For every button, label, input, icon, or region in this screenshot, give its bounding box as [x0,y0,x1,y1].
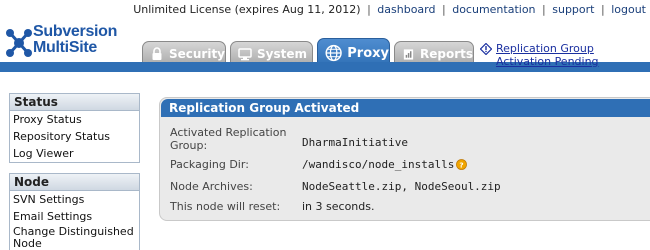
sidebar-item-change-distinguished-node[interactable]: Change Distinguished Node [10,225,139,250]
sidebar-item-log-viewer[interactable]: Log Viewer [10,145,139,162]
replication-group-value: DharmaInitiative [302,135,408,149]
field-label: Packaging Dir: [170,158,249,171]
activation-pending-link[interactable]: Replication Group Activation Pending [496,42,650,68]
molecule-logo-icon [6,29,32,57]
sidebar-item-proxy-status[interactable]: Proxy Status [10,111,139,128]
reset-countdown-value: in 3 seconds. [302,200,375,213]
lock-icon [152,47,162,60]
top-links-bar: Unlimited License (expires Aug 11, 2012)… [133,3,646,16]
support-link[interactable]: support [552,3,594,16]
detail-row: Packaging Dir: /wandisco/node_installs ? [170,158,468,171]
tab-label: Security [168,47,225,61]
subversion-multisite-logo[interactable]: Subversion MultiSite [5,22,140,67]
replication-group-panel: Replication Group Activated Activated Re… [159,97,650,221]
logo-line-1: Subversion [33,23,118,40]
packaging-dir-value: /wandisco/node_installs [302,158,455,171]
license-text: Unlimited License (expires Aug 11, 2012) [133,3,361,16]
dashboard-link[interactable]: dashboard [377,3,435,16]
link-separator: | [542,3,546,16]
node-archives-value: NodeSeattle.zip, NodeSeoul.zip [302,180,501,193]
sidebar-section-title: Node [10,174,139,191]
link-separator: | [367,3,371,16]
logo-text: Subversion MultiSite [33,24,117,56]
field-label: This node will reset: [170,200,281,213]
sidebar: Status Proxy Status Repository Status Lo… [9,93,140,250]
field-label: Activated Replication Group: [170,126,287,152]
logo-line-2: MultiSite [33,39,97,56]
packaging-dir-value-group: /wandisco/node_installs ? [302,158,468,171]
detail-row: This node will reset: in 3 seconds. [170,200,374,213]
link-separator: | [442,3,446,16]
monitor-icon [238,48,252,61]
tab-label: Proxy [347,45,389,61]
logout-link[interactable]: logout [611,3,646,16]
sidebar-item-svn-settings[interactable]: SVN Settings [10,191,139,208]
detail-row: Activated Replication Group: DharmaIniti… [170,126,408,152]
link-separator: | [600,3,605,16]
sidebar-section-title: Status [10,94,139,111]
question-icon[interactable]: ? [456,159,468,170]
sidebar-item-repository-status[interactable]: Repository Status [10,128,139,145]
diamond-alert-icon [480,43,492,55]
field-label: Node Archives: [170,180,253,193]
tab-label: Reports [419,47,473,61]
report-icon [403,49,414,60]
sidebar-section-node: Node SVN Settings Email Settings Change … [9,173,140,250]
globe-icon [325,44,342,62]
detail-row: Node Archives: NodeSeattle.zip, NodeSeou… [170,180,501,193]
tab-label: System [257,47,307,61]
activation-pending-notice: Replication Group Activation Pending [480,42,650,68]
sidebar-section-status: Status Proxy Status Repository Status Lo… [9,93,140,163]
sidebar-item-email-settings[interactable]: Email Settings [10,208,139,225]
panel-title: Replication Group Activated [161,99,650,117]
documentation-link[interactable]: documentation [452,3,535,16]
svg-text:?: ? [460,160,464,169]
